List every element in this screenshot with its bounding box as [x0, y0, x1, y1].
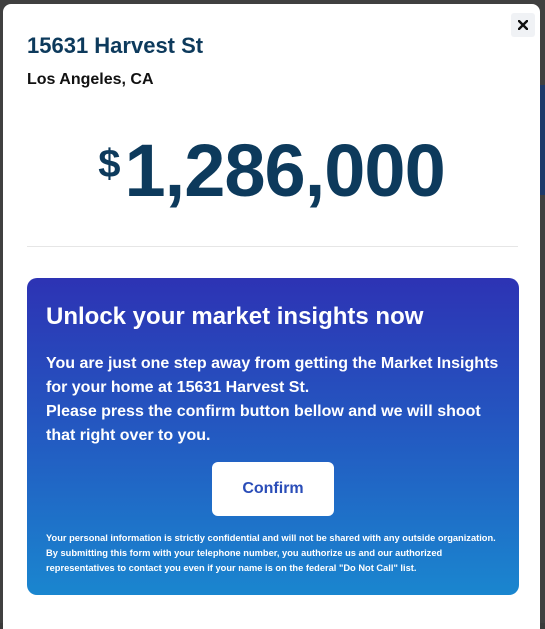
insights-body: You are just one step away from getting … — [46, 352, 506, 448]
section-divider — [27, 246, 518, 247]
property-address: 15631 Harvest St — [27, 33, 204, 58]
insights-card: Unlock your market insights now You are … — [27, 278, 519, 595]
price-amount: 1,286,000 — [124, 129, 446, 212]
market-insights-modal: 15631 Harvest St Los Angeles, CA $1,286,… — [3, 4, 540, 629]
confirm-button[interactable]: Confirm — [212, 462, 334, 516]
close-button[interactable] — [511, 13, 535, 37]
insights-title: Unlock your market insights now — [46, 303, 424, 330]
close-icon — [518, 20, 528, 30]
price-currency: $ — [98, 142, 121, 186]
insights-body-line-1: You are just one step away from getting … — [46, 355, 499, 396]
insights-body-line-2: Please press the confirm button bellow a… — [46, 403, 481, 444]
property-price: $1,286,000 — [3, 128, 540, 213]
privacy-disclaimer: Your personal information is strictly co… — [46, 533, 496, 573]
property-city: Los Angeles, CA — [27, 71, 154, 88]
